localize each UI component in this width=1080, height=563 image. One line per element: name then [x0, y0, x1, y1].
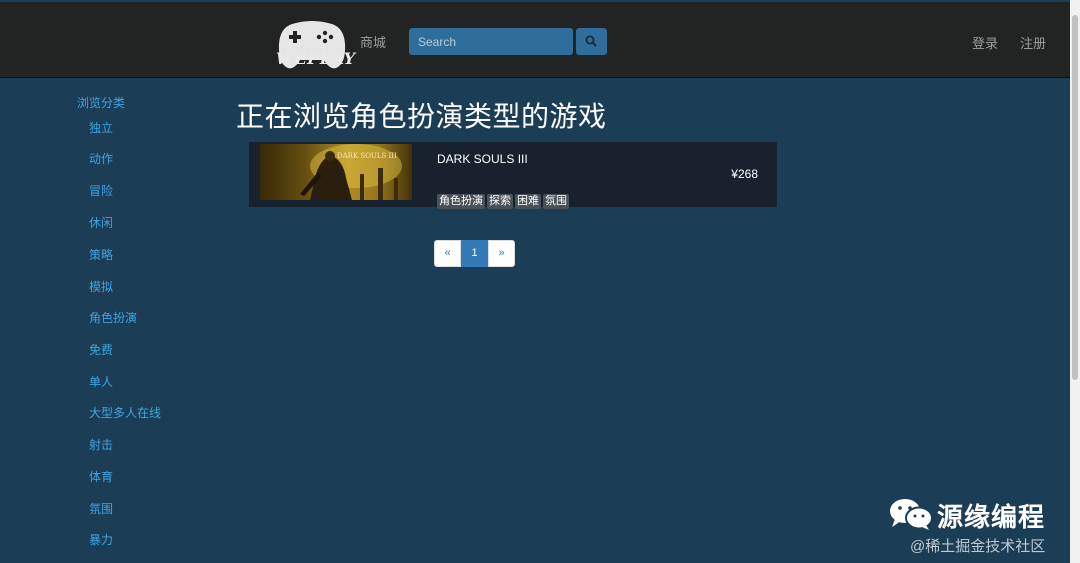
- sidebar-item-singleplayer[interactable]: 单人: [89, 373, 113, 390]
- watermark-title: 源缘编程: [937, 502, 1046, 532]
- tag-difficult: 困难: [515, 194, 541, 209]
- game-card[interactable]: DARK SOULS III DARK SOULS III ¥268 角色扮演探…: [249, 142, 777, 209]
- pagination-prev-button[interactable]: «: [434, 240, 461, 267]
- watermark-subtitle: @稀土掘金技术社区: [910, 538, 1046, 555]
- sidebar-item-adventure[interactable]: 冒险: [89, 182, 113, 199]
- weplay-logo[interactable]: WEPLAY: [276, 18, 356, 74]
- sidebar-item-indie[interactable]: 独立: [89, 119, 113, 136]
- game-name[interactable]: DARK SOULS III: [437, 152, 528, 166]
- nav-store-link[interactable]: 商城: [360, 32, 386, 51]
- sidebar-item-action[interactable]: 动作: [89, 150, 113, 167]
- thumbnail-title: DARK SOULS III: [337, 152, 397, 160]
- search-input[interactable]: [409, 28, 573, 55]
- sidebar-item-simulation[interactable]: 模拟: [89, 278, 113, 295]
- game-price: ¥268: [731, 167, 758, 181]
- tag-atmospheric: 氛围: [543, 194, 569, 209]
- sidebar-item-casual[interactable]: 休闲: [89, 214, 113, 231]
- search-button[interactable]: [576, 28, 607, 55]
- register-link[interactable]: 注册: [1020, 33, 1046, 52]
- sidebar-item-free[interactable]: 免费: [89, 341, 113, 358]
- pagination-next-button[interactable]: »: [488, 240, 515, 267]
- search-icon: [585, 35, 597, 47]
- login-link[interactable]: 登录: [972, 33, 998, 52]
- game-thumbnail[interactable]: DARK SOULS III: [260, 144, 412, 200]
- sidebar-item-mmo[interactable]: 大型多人在线: [89, 404, 161, 421]
- sidebar-item-strategy[interactable]: 策略: [89, 246, 113, 263]
- pagination: « 1 »: [434, 240, 515, 267]
- tag-exploration: 探索: [487, 194, 513, 209]
- logo-text: WEPLAY: [276, 49, 356, 68]
- pagination-page-button[interactable]: 1: [461, 240, 488, 267]
- sidebar-heading[interactable]: 浏览分类: [77, 94, 125, 111]
- sidebar-item-shooter[interactable]: 射击: [89, 436, 113, 453]
- tag-rpg: 角色扮演: [437, 194, 485, 209]
- page-scrollbar[interactable]: [1070, 0, 1080, 563]
- wechat-icon: [890, 499, 933, 530]
- page-title: 正在浏览角色扮演类型的游戏: [236, 101, 607, 132]
- sidebar-item-sports[interactable]: 体育: [89, 468, 113, 485]
- scrollbar-thumb[interactable]: [1072, 15, 1078, 380]
- sidebar-item-rpg[interactable]: 角色扮演: [89, 309, 137, 326]
- sidebar-item-violent[interactable]: 暴力: [89, 531, 113, 548]
- game-tags: 角色扮演 探索 困难 氛围: [437, 191, 571, 209]
- top-navbar: WEPLAY 商城 登录 注册: [0, 2, 1070, 78]
- sidebar-item-atmospheric[interactable]: 氛围: [89, 500, 113, 517]
- page-background: WEPLAY 商城 登录 注册 浏览分类 独立 动作 冒险 休闲 策略 模拟 角…: [0, 0, 1070, 563]
- knight-artwork: DARK SOULS III: [260, 144, 412, 200]
